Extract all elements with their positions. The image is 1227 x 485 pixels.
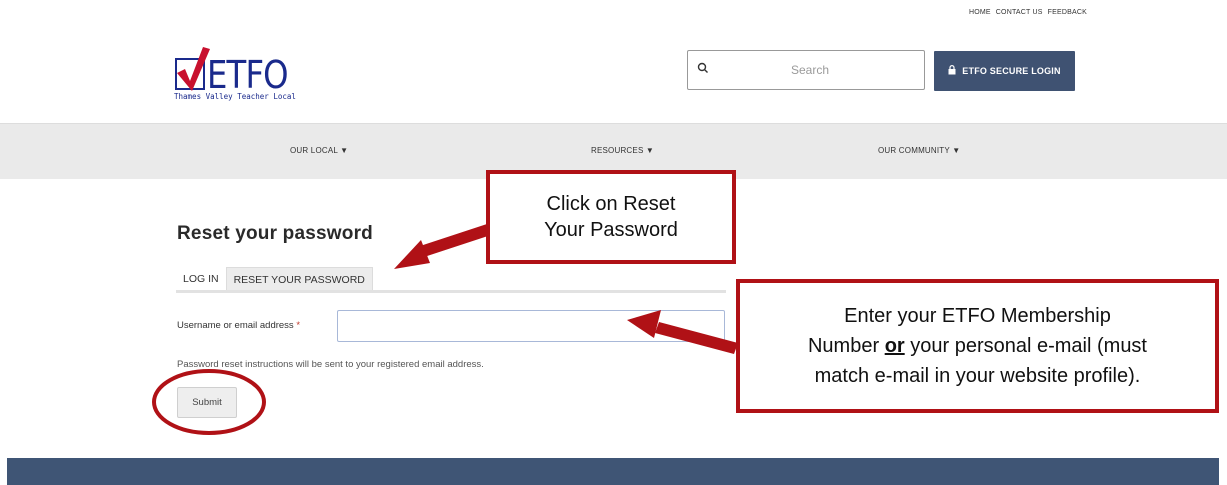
search-input[interactable]: [718, 62, 902, 78]
callout-2-line2: Number or your personal e-mail (must: [808, 331, 1147, 361]
logo-text: ETFO: [207, 53, 289, 97]
help-text: Password reset instructions will be sent…: [177, 359, 484, 370]
nav-resources[interactable]: RESOURCES ▼: [591, 146, 654, 155]
search-icon: [688, 61, 718, 79]
secure-login-button[interactable]: ETFO SECURE LOGIN: [934, 51, 1075, 91]
callout-1-line1: Click on Reset: [546, 193, 676, 215]
required-marker: *: [296, 320, 301, 331]
submit-button[interactable]: Submit: [177, 387, 237, 418]
username-label: Username or email address *: [177, 320, 300, 331]
home-link[interactable]: HOME: [969, 9, 991, 16]
callout-2-line3: match e-mail in your website profile).: [814, 365, 1141, 387]
callout-enter-membership: Enter your ETFO Membership Number or you…: [736, 279, 1219, 413]
contact-us-link[interactable]: CONTACT US: [996, 9, 1043, 16]
callout-2-line1: Enter your ETFO Membership: [844, 305, 1111, 327]
secure-login-label: ETFO SECURE LOGIN: [962, 66, 1061, 76]
nav-our-community[interactable]: OUR COMMUNITY ▼: [878, 146, 960, 155]
username-email-input[interactable]: [337, 310, 725, 342]
feedback-link[interactable]: FEEDBACK: [1048, 9, 1087, 16]
lock-icon: [948, 65, 956, 77]
username-label-text: Username or email address: [177, 320, 294, 331]
tab-log-in[interactable]: LOG IN: [176, 267, 226, 292]
callout-1-line2: Your Password: [544, 219, 678, 241]
arrow-to-tab: [394, 223, 494, 269]
callout-2-line2-c: your personal e-mail (must: [904, 335, 1147, 357]
page-title: Reset your password: [177, 223, 373, 244]
footer: [7, 458, 1219, 485]
utility-nav: HOME CONTACT US FEEDBACK: [969, 9, 1087, 16]
site-logo[interactable]: ETFO Thames Valley Teacher Local: [173, 45, 323, 105]
logo-subtitle: Thames Valley Teacher Local: [174, 92, 296, 101]
callout-reset-password: Click on Reset Your Password: [486, 170, 736, 264]
callout-2-or: or: [884, 335, 905, 357]
search-box[interactable]: [687, 50, 925, 90]
tabs-divider: [176, 290, 726, 293]
callout-2-line2-a: Number: [807, 335, 885, 357]
nav-our-local[interactable]: OUR LOCAL ▼: [290, 146, 348, 155]
